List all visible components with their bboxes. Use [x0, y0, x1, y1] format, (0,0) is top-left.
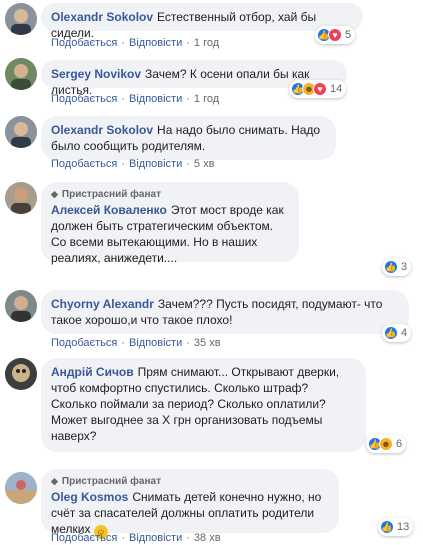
avatar[interactable] — [5, 358, 37, 390]
avatar[interactable] — [5, 182, 37, 214]
comment-time[interactable]: 5 хв — [194, 158, 215, 170]
like-icon: 👍 — [380, 520, 394, 534]
comment-author[interactable]: Oleg Kosmos — [51, 490, 128, 504]
avatar[interactable] — [5, 472, 37, 504]
fan-badge: ◆ Пристрасний фанат — [51, 189, 161, 200]
diamond-icon: ◆ — [51, 189, 58, 199]
diamond-icon: ◆ — [51, 476, 58, 486]
comment-time[interactable]: 1 год — [194, 93, 219, 105]
comment-bubble: Андрій Сичов Прям снимают... Открывают дв… — [41, 358, 366, 452]
reply-link[interactable]: Відповісти — [129, 37, 182, 49]
like-icon: 👍 — [384, 260, 398, 274]
comment-actions: Подобається · Відповісти · 1 год — [51, 93, 220, 105]
reaction-count: 6 — [396, 438, 403, 450]
comment-time[interactable]: 1 год — [194, 37, 219, 49]
comment-actions: Подобається · Відповісти · 1 год — [51, 37, 220, 49]
reaction-count: 5 — [345, 29, 352, 41]
like-link[interactable]: Подобається — [51, 37, 117, 49]
comment-bubble: Olexandr Sokolov На надо было снимать. На… — [41, 116, 336, 160]
comment-actions: Подобається · Відповісти · 38 хв — [51, 532, 221, 544]
comment-bubble: ◆ Пристрасний фанат Алексей Коваленко Этот… — [41, 182, 299, 265]
comment-bubble: Chyorny Alexandr Зачем??? Пусть посидят, … — [41, 290, 409, 334]
comment-author[interactable]: Андрій Сичов — [51, 365, 134, 379]
avatar[interactable] — [5, 116, 37, 148]
reaction-summary[interactable]: 👍 ☻ 6 — [366, 435, 407, 453]
avatar[interactable] — [5, 3, 37, 35]
avatar[interactable] — [5, 58, 37, 90]
like-icon: 👍 — [384, 326, 398, 340]
reaction-summary[interactable]: 👍 4 — [382, 324, 412, 342]
reaction-count: 4 — [401, 327, 408, 339]
comment-author[interactable]: Olexandr Sokolov — [51, 10, 153, 24]
like-link[interactable]: Подобається — [51, 532, 117, 544]
reaction-count: 13 — [397, 521, 410, 533]
comment-actions: Подобається · Відповісти · 5 хв — [51, 158, 215, 170]
comment-actions: Подобається · Відповісти · 35 хв — [51, 337, 221, 349]
like-link[interactable]: Подобається — [51, 93, 117, 105]
reaction-summary[interactable]: 👍 ♥ 5 — [315, 26, 356, 44]
reply-link[interactable]: Відповісти — [129, 93, 182, 105]
comment-author[interactable]: Sergey Novikov — [51, 67, 141, 81]
like-link[interactable]: Подобається — [51, 337, 117, 349]
reply-link[interactable]: Відповісти — [129, 158, 182, 170]
comment-time[interactable]: 38 хв — [194, 532, 221, 544]
fan-badge: ◆ Пристрасний фанат — [51, 476, 161, 487]
reaction-summary[interactable]: 👍 ☻ ♥ 14 — [289, 80, 347, 98]
reaction-count: 3 — [401, 261, 408, 273]
reply-link[interactable]: Відповісти — [129, 337, 182, 349]
like-link[interactable]: Подобається — [51, 158, 117, 170]
reply-link[interactable]: Відповісти — [129, 532, 182, 544]
comment-bubble: Olexandr Sokolov Естественный отбор, хай … — [41, 3, 363, 40]
avatar[interactable] — [5, 290, 37, 322]
reaction-summary[interactable]: 👍 3 — [382, 258, 412, 276]
comment-time[interactable]: 35 хв — [194, 337, 221, 349]
love-icon: ♥ — [313, 82, 327, 96]
comment-bubble: ◆ Пристрасний фанат Oleg Kosmos Снимать де… — [41, 469, 339, 539]
love-icon: ♥ — [328, 28, 342, 42]
reaction-count: 14 — [330, 83, 343, 95]
reaction-summary[interactable]: 👍 13 — [378, 518, 414, 536]
comment-author[interactable]: Chyorny Alexandr — [51, 297, 154, 311]
haha-icon: ☻ — [379, 437, 393, 451]
comment-author[interactable]: Olexandr Sokolov — [51, 123, 153, 137]
comment-author[interactable]: Алексей Коваленко — [51, 203, 167, 217]
